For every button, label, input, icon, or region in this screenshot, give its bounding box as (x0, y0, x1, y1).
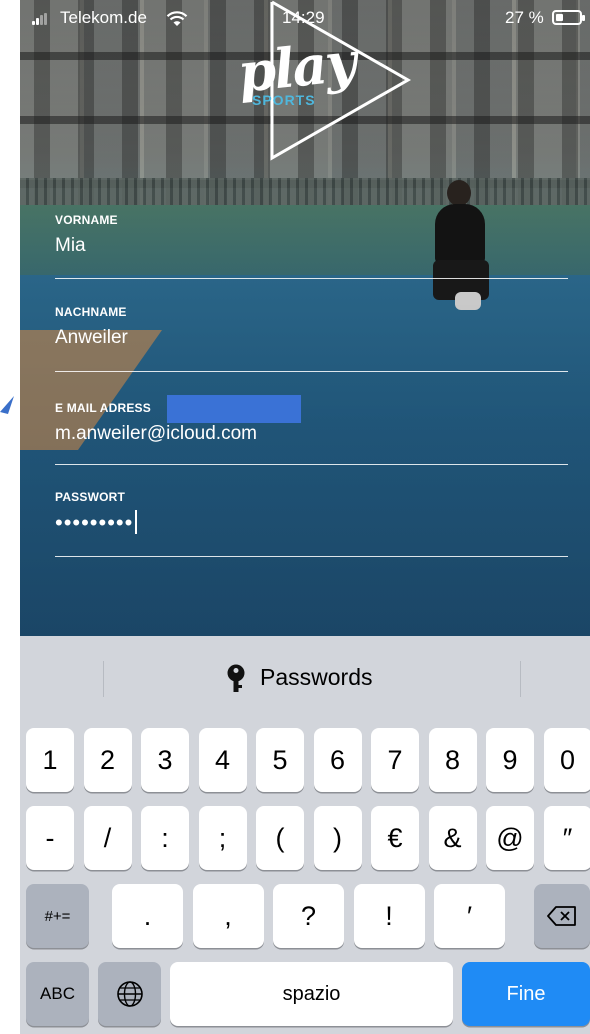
key-row2-6[interactable]: € (371, 806, 419, 870)
key-row1-0[interactable]: 1 (26, 728, 74, 792)
key-delete[interactable] (534, 884, 590, 948)
first-name-underline (55, 278, 568, 279)
key-row2-0[interactable]: - (26, 806, 74, 870)
key-row1-5[interactable]: 6 (313, 728, 362, 792)
key-row1-1[interactable]: 2 (83, 728, 132, 792)
key-row3-3[interactable]: ! (353, 884, 425, 948)
key-row2-5[interactable]: ) (313, 806, 362, 870)
key-globe[interactable] (98, 962, 161, 1026)
key-row1-7[interactable]: 8 (428, 728, 477, 792)
email-underline (55, 464, 568, 465)
carrier-name: Telekom.de (60, 8, 147, 27)
redaction-box (167, 395, 301, 423)
email-field[interactable]: E MAIL ADRESS m.anweiler@icloud.com (55, 395, 568, 465)
password-label: PASSWORT (55, 490, 126, 504)
key-row3-2[interactable]: ? (273, 884, 344, 948)
globe-icon (116, 981, 143, 1007)
key-row1-4[interactable]: 5 (256, 728, 304, 792)
wifi-icon (166, 11, 188, 26)
key-row3-0[interactable]: . (112, 884, 183, 948)
key-row2-8[interactable]: @ (486, 806, 534, 870)
first-name-value[interactable]: Mia (55, 235, 568, 257)
battery-icon (552, 10, 585, 25)
key-row1-8[interactable]: 9 (486, 728, 534, 792)
key-row1-2[interactable]: 3 (141, 728, 189, 792)
key-row2-4[interactable]: ( (256, 806, 304, 870)
logo-sub-text: SPORTS (252, 92, 316, 108)
last-name-value[interactable]: Anweiler (55, 327, 568, 349)
key-row2-3[interactable]: ; (198, 806, 247, 870)
key-row2-1[interactable]: / (83, 806, 132, 870)
key-row2-7[interactable]: & (428, 806, 477, 870)
key-row2-2[interactable]: : (141, 806, 189, 870)
phone-screen: Telekom.de 1 4:2 9 27 % play SPORTS VORNAM… (20, 0, 590, 1034)
battery-percent: 27 % (505, 8, 544, 27)
key-abc[interactable]: ABC (26, 962, 89, 1026)
password-field[interactable]: PASSWORT ••••••••• (55, 490, 568, 557)
suggestion-bar: Passwords (20, 636, 590, 716)
key-row1-9[interactable]: 0 (543, 728, 590, 792)
key-icon (227, 664, 245, 692)
email-value[interactable]: m.anweiler@icloud.com (55, 423, 568, 445)
first-name-label: VORNAME (55, 213, 118, 227)
key-row1-3[interactable]: 4 (198, 728, 247, 792)
first-name-field[interactable]: VORNAME Mia (55, 213, 568, 279)
key-row3-1[interactable]: , (192, 884, 264, 948)
key-row3-4[interactable]: ′ (434, 884, 505, 948)
delete-icon (547, 906, 576, 926)
password-value[interactable]: ••••••••• (55, 510, 133, 535)
password-underline (55, 556, 568, 557)
signal-icon (32, 13, 50, 25)
text-caret (135, 510, 138, 534)
key-done[interactable]: Fine (462, 962, 590, 1026)
passwords-suggestion[interactable]: Passwords (260, 664, 372, 691)
pointer-arrow-icon (0, 396, 14, 414)
last-name-field[interactable]: NACHNAME Anweiler (55, 305, 568, 372)
key-space[interactable]: spazio (170, 962, 453, 1026)
key-row2-9[interactable]: ″ (543, 806, 590, 870)
keyboard: Passwords 1234567890 - /:;() € & @ ″ #+= .,?!… (20, 636, 590, 1034)
play-sports-logo: play SPORTS (220, 0, 420, 165)
last-name-underline (55, 371, 568, 372)
last-name-label: NACHNAME (55, 305, 127, 319)
email-label: E MAIL ADRESS (55, 401, 151, 415)
key-more-symbols[interactable]: #+= (26, 884, 89, 948)
key-row1-6[interactable]: 7 (371, 728, 419, 792)
